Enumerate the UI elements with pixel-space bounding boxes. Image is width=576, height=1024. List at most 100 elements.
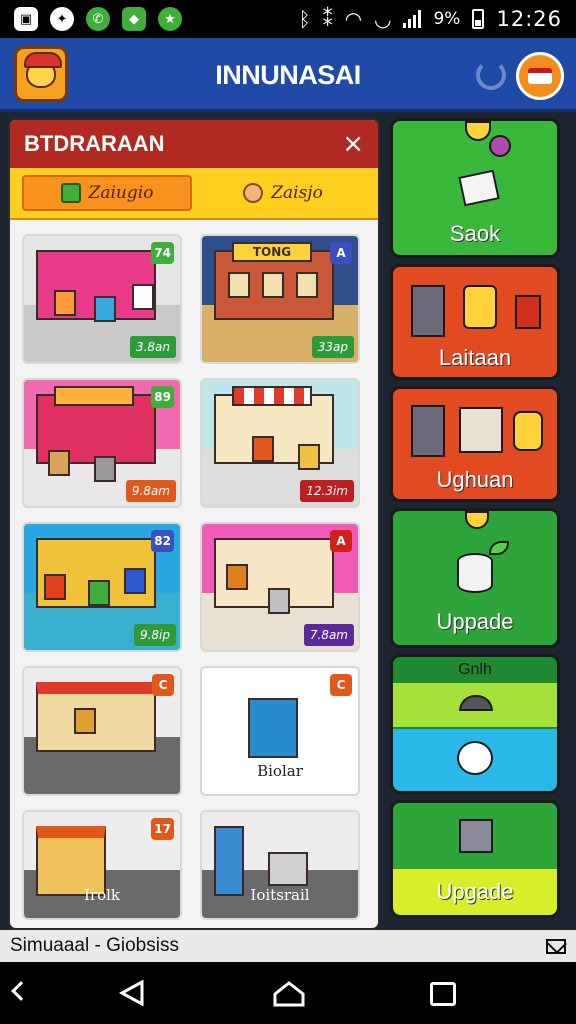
button-label: Ughuan	[436, 467, 514, 492]
footer-bar: Simuaaal - Giobsiss	[0, 930, 576, 962]
level-badge: A	[330, 242, 352, 264]
shop-grid: 74 3.8an TONG A 33ap 89 9.8am 12.3im 82 …	[22, 234, 370, 920]
refresh-icon[interactable]	[476, 60, 506, 90]
price-tag: 9.8am	[125, 480, 176, 502]
panel-title: BTDRARAAN	[24, 131, 165, 156]
clock: 12:26	[496, 7, 562, 31]
card-label: Irolk	[83, 886, 120, 904]
button-label: Saok	[449, 221, 501, 246]
stock-button[interactable]: Saok	[390, 118, 560, 258]
game-notification-icon: ★	[158, 7, 182, 31]
battery-level: 9%	[433, 9, 461, 29]
level-badge: C	[152, 674, 174, 696]
shop-card[interactable]: C	[22, 666, 182, 796]
tab-label: Zaisjo	[271, 183, 323, 203]
card-label: Biolar	[257, 762, 303, 780]
app-notification-icon: ✦	[50, 7, 74, 31]
shop-card[interactable]: TONG A 33ap	[200, 234, 360, 364]
shop-card[interactable]: 74 3.8an	[22, 234, 182, 364]
price-tag: 33ap	[311, 336, 354, 358]
price-tag: 7.8am	[303, 624, 354, 646]
shop-card[interactable]: 89 9.8am	[22, 378, 182, 508]
price-tag: 3.8an	[129, 336, 176, 358]
medal-icon	[465, 121, 491, 141]
shop-card[interactable]: 12.3im	[200, 378, 360, 508]
shop-card[interactable]: 82 9.8ip	[22, 522, 182, 652]
awning-decor	[232, 386, 312, 406]
shop-panel: BTDRARAAN × Zaiugio Zaisjo 74 3.8an TONG	[8, 118, 380, 930]
lamp-icon	[515, 295, 541, 329]
shop-card[interactable]: A 7.8am	[200, 522, 360, 652]
level-badge: 17	[151, 818, 174, 840]
server-icon	[411, 405, 445, 457]
price-tag: 12.3im	[300, 480, 354, 502]
button-label: Laitaan	[438, 345, 512, 370]
price-tag: 9.8ip	[133, 624, 176, 646]
level-badge: 89	[151, 386, 174, 408]
shop-card[interactable]: C Biolar	[200, 666, 360, 796]
box-icon	[459, 819, 493, 853]
leaf-icon	[489, 541, 509, 555]
social-group: Gnlh	[390, 654, 560, 794]
footer-text: Simuaaal - Giobsiss	[10, 935, 179, 956]
tab-staff[interactable]: Zaisjo	[200, 175, 366, 211]
home-icon[interactable]	[272, 980, 306, 1008]
button-label: Upgade	[436, 879, 514, 904]
upgrade-button[interactable]: Uppade	[390, 508, 560, 648]
vibrate-icon: ⁑	[322, 7, 333, 31]
hat-button[interactable]	[393, 683, 557, 727]
tab-label: Zaiugio	[88, 183, 154, 203]
shop-sign-decor	[54, 386, 134, 406]
shop-tab-icon	[60, 183, 81, 203]
cart-icon	[268, 852, 308, 886]
whatsapp-notification-icon: ✆	[86, 7, 110, 31]
shop-card[interactable]: 17 Irolk	[22, 810, 182, 920]
level-badge: A	[330, 530, 352, 552]
market-stall-illustration	[36, 682, 156, 752]
android-nav-bar	[0, 962, 576, 1024]
store-icon	[528, 68, 552, 84]
coin-jar-icon	[463, 285, 497, 329]
tab-shops[interactable]: Zaiugio	[22, 175, 192, 211]
battery-icon	[472, 9, 485, 29]
wifi-strong-icon: ◡	[374, 7, 392, 31]
machine-icon	[459, 407, 503, 453]
recent-apps-icon[interactable]	[430, 982, 456, 1006]
signal-icon	[403, 10, 422, 28]
maps-notification-icon: ◆	[122, 7, 146, 31]
close-icon[interactable]: ×	[342, 131, 364, 157]
level-badge: 74	[151, 242, 174, 264]
upgrade-shop-button[interactable]: Upgade	[390, 800, 560, 918]
shield-icon	[465, 511, 489, 529]
staff-tab-icon	[243, 183, 264, 203]
shop-sign: TONG	[232, 242, 312, 262]
hat-icon	[459, 695, 493, 711]
gallery-notification-icon: ▣	[14, 7, 38, 31]
back-icon[interactable]	[118, 980, 146, 1006]
collapse-chevron-icon[interactable]	[11, 981, 31, 1001]
cylinder-icon	[513, 411, 543, 451]
panel-header: BTDRARAAN ×	[10, 120, 378, 168]
button-label: Uppade	[436, 609, 514, 634]
upgrade-equipment-button[interactable]: Ughuan	[390, 386, 560, 502]
group-title: Gnlh	[458, 661, 492, 678]
wifi-icon: ◠	[344, 7, 363, 31]
chat-bubble-icon	[457, 741, 493, 775]
badge-icon	[489, 135, 511, 157]
tab-bar: Zaiugio Zaisjo	[10, 168, 378, 220]
server-rack-icon	[411, 285, 445, 337]
clipboard-icon	[458, 169, 500, 207]
bluetooth-icon: ᛒ	[298, 7, 311, 31]
level-badge: C	[330, 674, 352, 696]
layout-button[interactable]: Laitaan	[390, 264, 560, 380]
card-label: Ioitsrail	[250, 886, 310, 904]
chat-button[interactable]	[393, 729, 557, 791]
status-bar: ▣ ✦ ✆ ◆ ★ ᛒ ⁑ ◠ ◡ 9% 12:26	[0, 0, 576, 38]
game-header: INNUNASAI	[0, 38, 576, 112]
shop-card[interactable]: Ioitsrail	[200, 810, 360, 920]
shop-button[interactable]	[516, 52, 564, 100]
level-badge: 82	[151, 530, 174, 552]
coin-stack-icon	[457, 553, 493, 593]
vending-machine-illustration	[248, 698, 298, 758]
mail-icon[interactable]	[546, 938, 566, 954]
